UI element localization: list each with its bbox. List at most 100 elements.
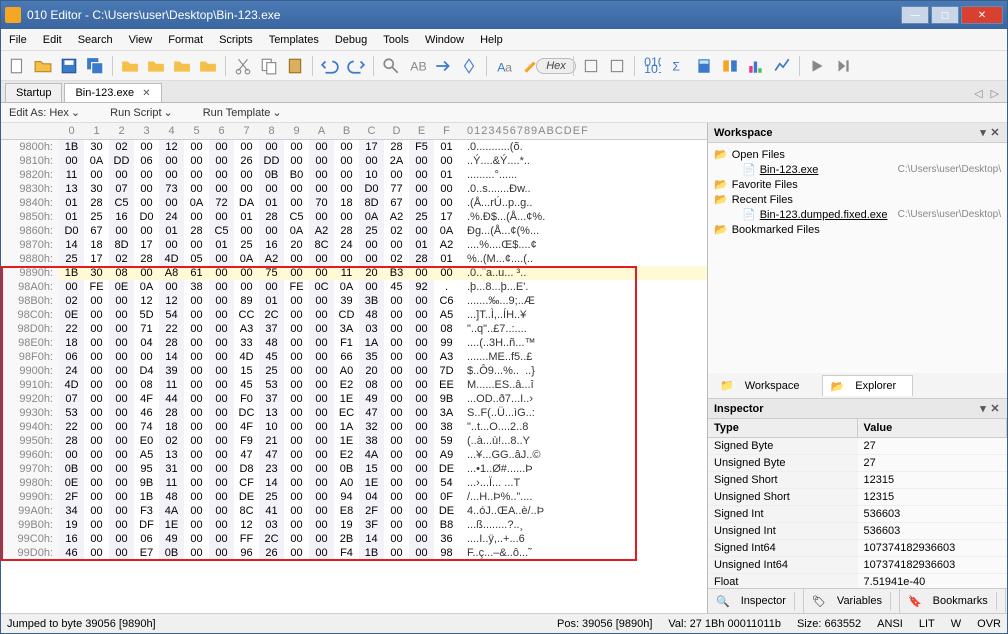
inspector-row[interactable]: Unsigned Byte27 bbox=[708, 455, 1007, 472]
hex-byte[interactable]: 53 bbox=[59, 406, 84, 420]
hex-row[interactable]: 9960h:000000A513000047470000E24A0000A9..… bbox=[1, 448, 707, 462]
hex-byte[interactable]: 00 bbox=[184, 322, 209, 336]
hex-byte[interactable]: D8 bbox=[234, 462, 259, 476]
hex-byte[interactable]: 11 bbox=[159, 378, 184, 392]
hex-byte[interactable]: 16 bbox=[109, 210, 134, 224]
open-folder-icon[interactable] bbox=[31, 54, 55, 78]
hex-byte[interactable]: 4D bbox=[234, 350, 259, 364]
hex-byte[interactable]: 33 bbox=[234, 336, 259, 350]
hex-ascii[interactable]: .0..s.......Ðw.. bbox=[459, 182, 707, 196]
hex-ascii[interactable]: Ðg...(Å...¢(%... bbox=[459, 224, 707, 238]
hex-byte[interactable]: 00 bbox=[384, 238, 409, 252]
hex-byte[interactable]: 00 bbox=[409, 378, 434, 392]
tab-inspector[interactable]: 🔍 Inspector bbox=[708, 589, 804, 613]
hex-byte[interactable]: 00 bbox=[109, 364, 134, 378]
hex-byte[interactable]: 00 bbox=[209, 350, 234, 364]
tab-nav-right-icon[interactable]: ▷ bbox=[987, 85, 1003, 102]
hex-byte[interactable]: 30 bbox=[84, 266, 109, 280]
hex-byte[interactable]: 14 bbox=[59, 238, 84, 252]
hex-byte[interactable]: 36 bbox=[434, 532, 459, 546]
hex-row[interactable]: 9820h:11000000000000000BB0000010000001..… bbox=[1, 168, 707, 182]
inspector-row[interactable]: Signed Byte27 bbox=[708, 438, 1007, 455]
hex-row[interactable]: 9870h:14188D170000012516208C24000001A2..… bbox=[1, 238, 707, 252]
hex-byte[interactable]: 00 bbox=[409, 518, 434, 532]
hex-byte[interactable]: 28 bbox=[134, 252, 159, 266]
hex-byte[interactable]: 73 bbox=[159, 182, 184, 196]
menu-scripts[interactable]: Scripts bbox=[219, 34, 253, 46]
hex-byte[interactable]: 00 bbox=[184, 336, 209, 350]
hex-byte[interactable]: 00 bbox=[309, 350, 334, 364]
hex-row[interactable]: 99D0h:460000E70B000096260000F41B000098F.… bbox=[1, 546, 707, 560]
hex-byte[interactable]: 32 bbox=[359, 420, 384, 434]
hex-byte[interactable]: 00 bbox=[84, 350, 109, 364]
hex-byte[interactable]: 03 bbox=[259, 518, 284, 532]
hex-byte[interactable]: 00 bbox=[409, 420, 434, 434]
hex-byte[interactable]: 00 bbox=[384, 294, 409, 308]
hex-byte[interactable]: 18 bbox=[84, 238, 109, 252]
hex-byte[interactable]: 12 bbox=[159, 294, 184, 308]
hex-byte[interactable]: 4F bbox=[134, 392, 159, 406]
tab-file[interactable]: Bin-123.exe✕ bbox=[64, 83, 161, 102]
hex-byte[interactable]: 00 bbox=[259, 224, 284, 238]
hex-byte[interactable]: 00 bbox=[409, 196, 434, 210]
hex-byte[interactable]: 00 bbox=[134, 182, 159, 196]
tab-bookmarks[interactable]: 🔖 Bookmarks bbox=[900, 589, 1006, 613]
hex-byte[interactable]: 00 bbox=[409, 392, 434, 406]
hex-byte[interactable]: 00 bbox=[434, 196, 459, 210]
search-icon[interactable] bbox=[379, 54, 403, 78]
hex-byte[interactable]: 2A bbox=[384, 154, 409, 168]
hex-row[interactable]: 9880h:251702284D05000AA200000000022801%.… bbox=[1, 252, 707, 266]
hex-byte[interactable]: 00 bbox=[384, 336, 409, 350]
hex-byte[interactable]: 25 bbox=[359, 224, 384, 238]
hex-byte[interactable]: 01 bbox=[259, 294, 284, 308]
hex-byte[interactable]: 18 bbox=[159, 420, 184, 434]
hex-byte[interactable]: CD bbox=[334, 308, 359, 322]
hex-byte[interactable]: 08 bbox=[134, 378, 159, 392]
hex-byte[interactable]: 00 bbox=[234, 266, 259, 280]
hex-bytes[interactable]: 0200001212000089010000393B0000C6 bbox=[59, 294, 459, 308]
hex-byte[interactable]: A2 bbox=[384, 210, 409, 224]
file-item[interactable]: 📄 Bin-123.exeC:\Users\user\Desktop\ bbox=[714, 162, 1001, 177]
hex-ascii[interactable]: %..(M...¢....(.. bbox=[459, 252, 707, 266]
hex-byte[interactable]: 00 bbox=[384, 434, 409, 448]
hex-row[interactable]: 98E0h:1800000428000033480000F11A000099..… bbox=[1, 336, 707, 350]
hex-byte[interactable]: 01 bbox=[159, 224, 184, 238]
hex-byte[interactable]: EE bbox=[434, 378, 459, 392]
hex-byte[interactable]: 0A bbox=[284, 224, 309, 238]
hex-byte[interactable]: 00 bbox=[209, 168, 234, 182]
hex-byte[interactable]: 00 bbox=[184, 392, 209, 406]
hex-byte[interactable]: 00 bbox=[159, 238, 184, 252]
hex-row[interactable]: 99B0h:190000DF1E000012030000193F0000B8..… bbox=[1, 518, 707, 532]
hex-ascii[interactable]: .......‰...9;..Æ bbox=[459, 294, 707, 308]
hex-byte[interactable]: 00 bbox=[184, 168, 209, 182]
menu-debug[interactable]: Debug bbox=[335, 34, 367, 46]
hex-byte[interactable]: 00 bbox=[209, 322, 234, 336]
hex-byte[interactable]: 59 bbox=[434, 434, 459, 448]
hex-byte[interactable]: 25 bbox=[259, 364, 284, 378]
hex-byte[interactable]: 24 bbox=[59, 364, 84, 378]
hex-byte[interactable]: 00 bbox=[109, 336, 134, 350]
hex-byte[interactable]: 24 bbox=[159, 210, 184, 224]
compare-icon[interactable] bbox=[718, 54, 742, 78]
hex-byte[interactable]: 00 bbox=[359, 154, 384, 168]
hex-byte[interactable]: 00 bbox=[309, 420, 334, 434]
hex-byte[interactable]: 98 bbox=[434, 546, 459, 560]
hex-byte[interactable]: 00 bbox=[109, 322, 134, 336]
hex-ascii[interactable]: ...]T..Ì,..ÍH..¥ bbox=[459, 308, 707, 322]
hex-byte[interactable]: 1A bbox=[334, 420, 359, 434]
hex-byte[interactable]: 00 bbox=[84, 546, 109, 560]
hex-byte[interactable]: 72 bbox=[209, 196, 234, 210]
hex-byte[interactable]: 00 bbox=[109, 350, 134, 364]
hex-byte[interactable]: 1E bbox=[334, 392, 359, 406]
hex-byte[interactable]: 00 bbox=[209, 448, 234, 462]
folder-icon[interactable] bbox=[144, 54, 168, 78]
hex-byte[interactable]: 25 bbox=[409, 210, 434, 224]
hex-byte[interactable]: 00 bbox=[309, 448, 334, 462]
hex-byte[interactable]: B3 bbox=[384, 266, 409, 280]
hex-byte[interactable]: A0 bbox=[334, 476, 359, 490]
hex-byte[interactable]: 00 bbox=[59, 280, 84, 294]
hex-ascii[interactable]: "..q"..£7..:.... bbox=[459, 322, 707, 336]
hex-byte[interactable]: 75 bbox=[259, 266, 284, 280]
hex-byte[interactable]: C6 bbox=[434, 294, 459, 308]
hex-byte[interactable]: 00 bbox=[409, 322, 434, 336]
